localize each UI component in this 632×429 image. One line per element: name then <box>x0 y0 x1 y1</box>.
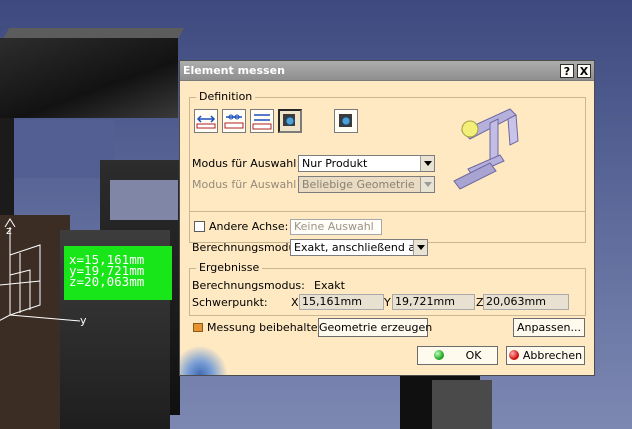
caliper-icon <box>453 108 519 190</box>
selection2-dropdown: Beliebige Geometrie <box>298 176 435 193</box>
close-button[interactable]: X <box>577 63 591 78</box>
other-axis-label: Andere Achse: <box>209 220 289 233</box>
selection2-label: Modus für Auswahl 2: <box>192 178 311 191</box>
measure-inertia-icon <box>283 114 295 126</box>
customize-measure-button[interactable] <box>334 109 358 133</box>
axis-z-label: z <box>6 224 12 237</box>
ok-button-label: OK <box>465 349 482 362</box>
center-of-gravity-label: Schwerpunkt: <box>192 296 268 309</box>
part-grey-face <box>110 180 178 220</box>
measure-inertia-button[interactable] <box>278 109 302 133</box>
selection2-value: Beliebige Geometrie <box>302 178 415 191</box>
calc-mode-label: Berechnungsmodus: <box>192 241 305 254</box>
ok-button[interactable]: OK <box>417 346 498 365</box>
other-axis-field[interactable]: Keine Auswahl <box>290 219 382 235</box>
selection1-value: Nur Produkt <box>302 157 368 170</box>
measure-item-icon <box>224 114 244 129</box>
planet-logo <box>180 343 230 375</box>
part-right-face <box>432 380 492 429</box>
center-x-value: 15,161mm <box>299 294 384 310</box>
dialog-title: Element messen <box>183 64 285 77</box>
center-z-value: 20,063mm <box>483 294 569 310</box>
customize-measure-icon <box>339 114 352 127</box>
measure-between-button[interactable] <box>194 109 218 133</box>
measurement-annotation[interactable]: x=15,161mm y=19,721mm z=20,063mm <box>64 246 172 300</box>
selection1-dropdown[interactable]: Nur Produkt <box>298 155 435 172</box>
cancel-button-label: Abbrechen <box>522 349 583 362</box>
keep-measure-checkbox[interactable] <box>193 323 203 332</box>
other-axis-checkbox[interactable] <box>194 221 205 232</box>
cancel-icon <box>508 350 519 360</box>
part-opening <box>14 120 114 178</box>
measure-item-dialog: Element messen ? X Definition Modus für … <box>179 60 595 376</box>
chevron-down-icon[interactable] <box>420 156 434 171</box>
chevron-down-icon <box>420 177 434 192</box>
results-calc-mode-label: Berechnungsmodus: <box>192 279 305 292</box>
customize-button[interactable]: Anpassen... <box>513 318 585 337</box>
axis-y-label: y <box>80 314 87 327</box>
chevron-down-icon[interactable] <box>413 240 427 255</box>
measure-between-icon <box>196 115 216 129</box>
definition-group-label: Definition <box>196 90 256 103</box>
results-calc-mode-value: Exakt <box>314 279 345 292</box>
help-button[interactable]: ? <box>560 63 574 78</box>
part-pillar <box>0 118 14 228</box>
results-group-label: Ergebnisse <box>196 261 263 274</box>
calc-mode-dropdown[interactable]: Exakt, anschließend ang <box>290 239 428 256</box>
center-y-value: 19,721mm <box>392 294 475 310</box>
create-geometry-button[interactable]: Geometrie erzeugen <box>318 318 432 337</box>
measurement-z: z=20,063mm <box>69 274 145 289</box>
ok-icon <box>433 350 444 360</box>
center-y-label: Y <box>384 296 391 309</box>
dialog-titlebar[interactable]: Element messen ? X <box>180 61 594 81</box>
cancel-button[interactable]: Abbrechen <box>506 346 585 365</box>
center-x-label: X <box>291 296 299 309</box>
keep-measure-label: Messung beibehalten <box>207 321 325 334</box>
measure-chain-button[interactable] <box>250 109 274 133</box>
calc-mode-value: Exakt, anschließend ang <box>294 241 428 254</box>
definition-separator <box>189 211 586 212</box>
measure-item-button[interactable] <box>222 109 246 133</box>
measure-chain-icon <box>252 114 272 130</box>
selection1-label: Modus für Auswahl 1: <box>192 157 311 170</box>
part-block-top <box>0 38 178 118</box>
